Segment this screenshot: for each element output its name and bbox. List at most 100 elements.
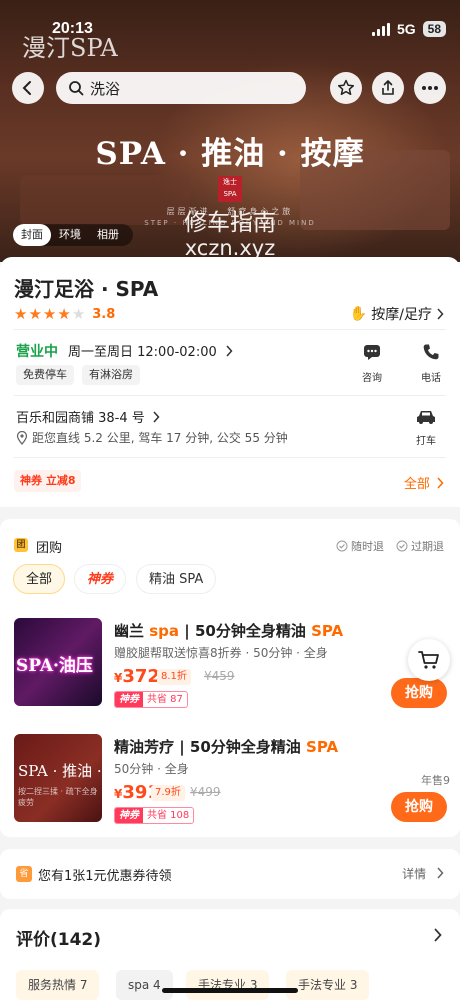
yearly-sales: 年售9 bbox=[421, 774, 450, 787]
chevron-right-icon bbox=[153, 411, 160, 423]
taxi-label: 打车 bbox=[416, 436, 436, 447]
review-tag[interactable]: 服务热情 7 bbox=[16, 970, 100, 1000]
address-link[interactable]: 百乐和园商铺 38-4 号 bbox=[16, 407, 160, 426]
battery-icon: 58 bbox=[422, 21, 446, 37]
save-label: 神券 bbox=[115, 808, 143, 823]
favorite-button[interactable] bbox=[330, 72, 362, 104]
reviews-title[interactable]: 评价(142) bbox=[16, 925, 101, 950]
refund-expired: 过期退 bbox=[396, 538, 444, 554]
phone-button[interactable]: 电话 bbox=[413, 343, 449, 384]
all-coupons-link[interactable]: 全部 bbox=[404, 473, 444, 492]
reviews-more-button[interactable] bbox=[433, 927, 442, 946]
chevron-right-icon bbox=[437, 867, 444, 879]
search-text: 洗浴 bbox=[90, 79, 121, 98]
distance-text: 距您直线 5.2 公里, 驾车 17 分钟, 公交 55 分钟 bbox=[32, 431, 288, 445]
cart-icon bbox=[418, 651, 439, 669]
group-buy-card: 团 团购 随时退 过期退 全部 神券 精油 SPA SPA·油压 幽兰 spa … bbox=[0, 519, 460, 837]
filter-coupon[interactable]: 神券 bbox=[74, 564, 127, 594]
network-label: 5G bbox=[396, 21, 416, 37]
search-bar[interactable]: 洗浴 bbox=[56, 72, 306, 104]
deal-item[interactable]: SPA·油压 幽兰 spa | 50分钟全身精油 SPA 赠胶腿帮取送惊喜8折券… bbox=[14, 618, 454, 710]
hero-banner[interactable]: 漫汀SPA 20:13 5G 58 洗浴 SPA · 推油 · 按摩 逸士 SP… bbox=[0, 0, 460, 262]
original-price: ¥499 bbox=[190, 785, 221, 799]
chevron-right-icon bbox=[434, 928, 442, 942]
deal-meta: 50分钟 · 全身 bbox=[114, 762, 189, 776]
refund-anytime: 随时退 bbox=[336, 538, 384, 554]
divider bbox=[14, 329, 446, 330]
share-button[interactable] bbox=[372, 72, 404, 104]
chevron-right-icon bbox=[437, 308, 444, 320]
consult-label: 咨询 bbox=[362, 373, 382, 384]
buy-button[interactable]: 抢购 bbox=[391, 792, 447, 822]
consult-button[interactable]: 咨询 bbox=[354, 343, 390, 384]
save-amount: 共省 87 bbox=[147, 694, 183, 705]
coupon-tag[interactable]: 神券 立减8 bbox=[14, 470, 82, 492]
shop-name: 漫汀足浴 · SPA bbox=[14, 277, 159, 301]
save-tag: 神券 共省 87 bbox=[114, 691, 188, 708]
car-icon bbox=[417, 411, 435, 424]
guarantee-label: 随时退 bbox=[351, 540, 384, 553]
original-price: ¥459 bbox=[204, 669, 235, 683]
home-indicator bbox=[162, 988, 298, 993]
voucher-row[interactable]: 省 您有1张1元优惠券待领 详情 bbox=[0, 849, 460, 899]
review-tag[interactable]: 手法专业 3 bbox=[286, 970, 370, 1000]
status-time: 20:13 bbox=[52, 20, 93, 37]
review-tag[interactable]: 手法专业 3 bbox=[186, 970, 270, 1000]
tag-free-parking: 免费停车 bbox=[16, 365, 74, 385]
category-link[interactable]: ✋ 按摩/足疗 bbox=[350, 304, 444, 324]
divider bbox=[14, 457, 446, 458]
deal-price: ¥372 bbox=[114, 666, 160, 687]
filter-all[interactable]: 全部 bbox=[13, 564, 66, 594]
watermark: 修车指南 bbox=[184, 210, 276, 236]
chat-icon bbox=[364, 345, 380, 360]
star-empty-icon: ★ bbox=[71, 305, 86, 323]
title-part: 精油芳疗 | 50分钟全身精油 bbox=[114, 738, 307, 756]
filter-coupon-label: 神券 bbox=[87, 572, 114, 587]
rating-score: 3.8 bbox=[92, 306, 116, 322]
title-highlight: spa bbox=[149, 622, 180, 640]
deal-title: 精油芳疗 | 50分钟全身精油 SPA bbox=[114, 736, 338, 757]
star-icon bbox=[337, 79, 355, 96]
deal-title: 幽兰 spa | 50分钟全身精油 SPA bbox=[114, 620, 343, 641]
all-link-label: 全部 bbox=[403, 477, 430, 492]
voucher-detail-link[interactable]: 详情 bbox=[402, 865, 444, 882]
deal-discount: 7.9折 bbox=[151, 785, 185, 801]
category-label: 按摩/足疗 bbox=[371, 307, 432, 323]
title-highlight: SPA bbox=[311, 622, 344, 640]
deal-item[interactable]: SPA · 推油 · 按二捏三揉 · 疏下全身疲劳 精油芳疗 | 50分钟全身精油… bbox=[14, 734, 454, 826]
voucher-text: 您有1张1元优惠券待领 bbox=[38, 869, 172, 884]
chevron-right-icon bbox=[226, 345, 233, 357]
business-hours[interactable]: 周一至周日 12:00-02:00 bbox=[68, 341, 233, 360]
more-button[interactable] bbox=[414, 72, 446, 104]
cart-button[interactable] bbox=[408, 639, 450, 681]
hours-text: 周一至周日 12:00-02:00 bbox=[68, 345, 217, 360]
thumb-text: SPA · 推油 · bbox=[18, 762, 102, 780]
deal-meta: 赠胶腿帮取送惊喜8折券 · 50分钟 · 全身 bbox=[114, 646, 328, 660]
share-icon bbox=[382, 80, 394, 95]
check-circle-icon bbox=[396, 540, 408, 552]
buy-button[interactable]: 抢购 bbox=[391, 678, 447, 708]
seal-logo: 逸士 SPA bbox=[218, 176, 242, 202]
star-filled-icon: ★ bbox=[42, 305, 57, 323]
back-button[interactable] bbox=[12, 72, 44, 104]
group-buy-icon: 团 bbox=[14, 538, 28, 552]
hero-title: SPA · 推油 · 按摩 bbox=[95, 136, 365, 172]
review-tag[interactable]: spa 4 bbox=[116, 970, 173, 1000]
price-value: 372 bbox=[122, 666, 160, 687]
save-label: 神券 bbox=[115, 692, 143, 707]
deal-discount: 8.1折 bbox=[157, 669, 191, 685]
open-status: 营业中 bbox=[16, 344, 58, 360]
reviews-card: 评价(142) 服务热情 7 spa 4 手法专业 3 手法专业 3 bbox=[0, 909, 460, 1000]
star-filled-icon: ★ bbox=[28, 305, 42, 323]
location-pin-icon bbox=[16, 430, 28, 445]
tag-shower: 有淋浴房 bbox=[82, 365, 140, 385]
taxi-button[interactable]: 打车 bbox=[408, 409, 444, 447]
filter-oil-spa[interactable]: 精油 SPA bbox=[136, 564, 217, 594]
divider bbox=[14, 395, 446, 396]
distance-info: 距您直线 5.2 公里, 驾车 17 分钟, 公交 55 分钟 bbox=[16, 429, 288, 446]
star-filled-icon: ★ bbox=[14, 305, 28, 323]
voucher-link-label: 详情 bbox=[402, 867, 427, 881]
thumb-text: SPA·油压 bbox=[16, 656, 93, 676]
phone-label: 电话 bbox=[421, 373, 441, 384]
search-icon bbox=[69, 81, 84, 96]
